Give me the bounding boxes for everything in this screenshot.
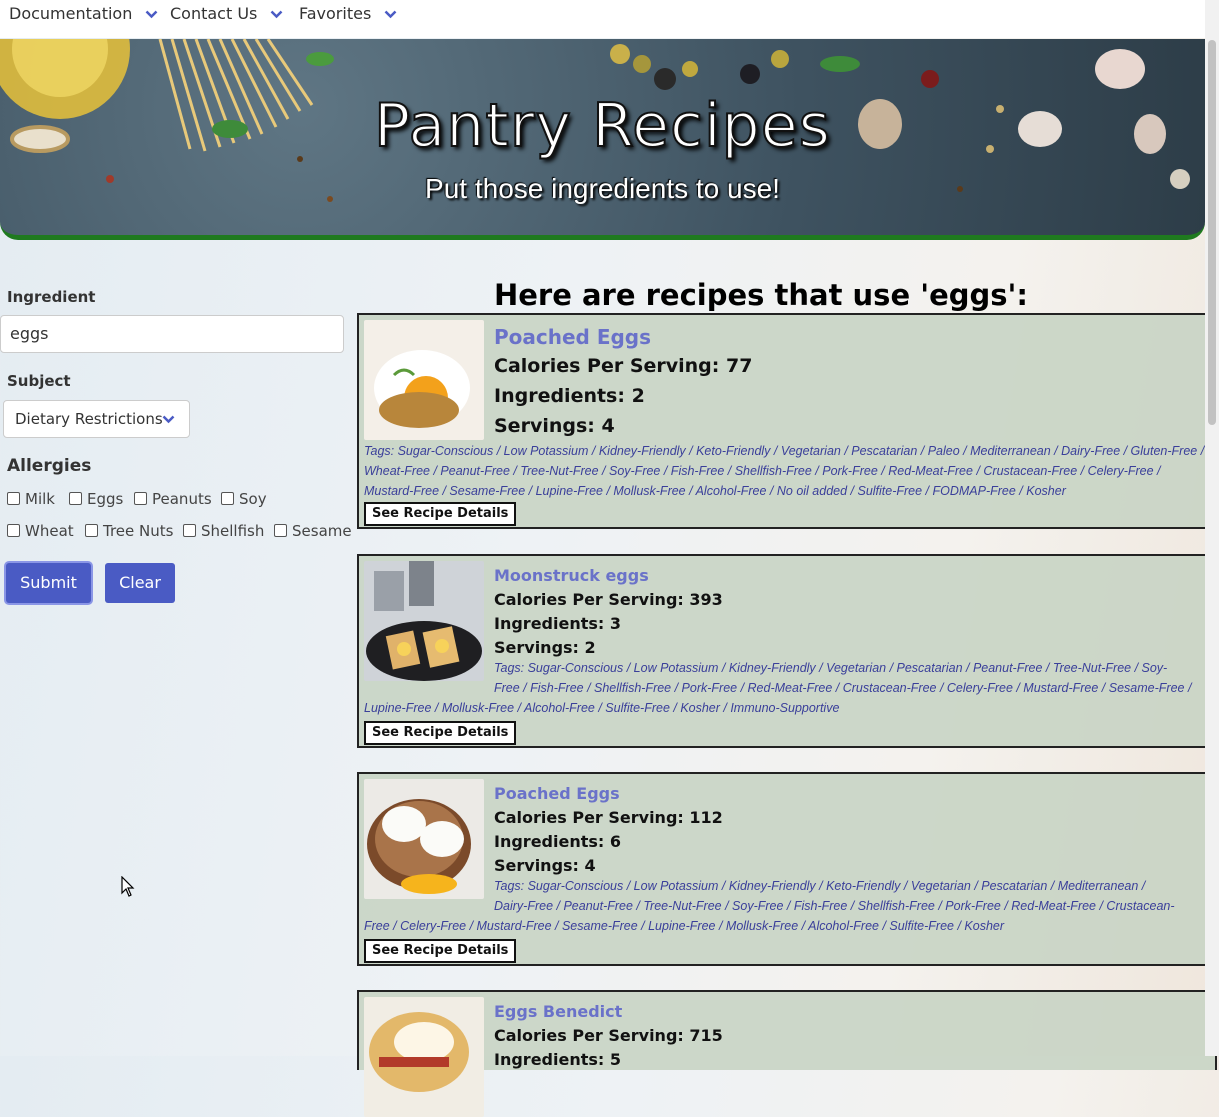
site-title: Pantry Recipes [373,90,831,162]
site-subtitle: Put those ingredients to use! [425,173,780,204]
recipe-card: Poached Eggs Calories Per Serving: 77 In… [357,313,1217,529]
checkbox-box[interactable] [183,524,196,537]
checkbox-box[interactable] [85,524,98,537]
recipe-thumbnail[interactable] [364,779,484,899]
chevron-down-icon [162,415,175,424]
nav-contact-us[interactable]: Contact Us [170,0,283,28]
submit-button[interactable]: Submit [6,563,91,603]
checkbox-box[interactable] [134,492,147,505]
subject-label: Subject [7,372,71,390]
nav-documentation[interactable]: Documentation [9,0,158,28]
recipe-ingredients-count: Ingredients: 5 [494,1050,621,1069]
recipe-servings: Servings: 2 [494,638,596,657]
recipe-tags: Lupine-Free / Mollusk-Free / Alcohol-Fre… [364,701,840,715]
allergy-wheat-checkbox[interactable]: Wheat [7,522,74,540]
recipe-calories: Calories Per Serving: 112 [494,808,723,827]
see-recipe-details-button[interactable]: See Recipe Details [364,721,517,745]
recipe-title-link[interactable]: Moonstruck eggs [494,566,649,585]
recipe-ingredients-count: Ingredients: 3 [494,614,621,633]
recipe-thumbnail[interactable] [364,561,484,681]
subject-select[interactable]: Dietary Restrictions [3,400,190,438]
recipe-tags: Free / Fish-Free / Shellfish-Free / Pork… [494,681,1192,695]
checkbox-box[interactable] [69,492,82,505]
recipe-tags: Tags: Sugar-Conscious / Low Potassium / … [494,879,1146,893]
checkbox-box[interactable] [221,492,234,505]
recipe-tags: Tags: Sugar-Conscious / Low Potassium / … [364,444,1205,498]
recipe-calories: Calories Per Serving: 393 [494,590,723,609]
recipe-calories: Calories Per Serving: 715 [494,1026,723,1045]
recipe-tags: Tags: Sugar-Conscious / Low Potassium / … [494,661,1168,675]
recipe-tags: Free / Celery-Free / Mustard-Free / Sesa… [364,919,1005,933]
recipe-ingredients-count: Ingredients: 6 [494,832,621,851]
ingredient-input[interactable]: eggs [0,315,344,353]
clear-button[interactable]: Clear [105,563,175,603]
results-heading: Here are recipes that use 'eggs': [493,278,1029,312]
see-recipe-details-button[interactable]: See Recipe Details [364,502,517,526]
checkbox-box[interactable] [7,492,20,505]
recipe-calories: Calories Per Serving: 77 [494,355,753,377]
see-recipe-details-button[interactable]: See Recipe Details [364,939,517,963]
checkbox-box[interactable] [7,524,20,537]
nav-favorites[interactable]: Favorites [299,0,397,28]
allergy-eggs-checkbox[interactable]: Eggs [69,490,123,508]
checkbox-box[interactable] [274,524,287,537]
chevron-down-icon [384,10,397,19]
recipe-thumbnail[interactable] [364,320,484,440]
top-nav: Documentation Contact Us Favorites [0,0,1205,38]
chevron-down-icon [271,10,283,19]
mouse-cursor-icon [121,876,135,897]
recipe-title-link[interactable]: Poached Eggs [494,325,651,349]
allergy-peanuts-checkbox[interactable]: Peanuts [134,490,212,508]
subject-select-value: Dietary Restrictions [15,410,163,428]
ingredient-label: Ingredient [7,288,96,306]
recipe-tags: Dairy-Free / Peanut-Free / Tree-Nut-Free… [494,899,1175,913]
allergy-shellfish-checkbox[interactable]: Shellfish [183,522,264,540]
allergy-tree-nuts-checkbox[interactable]: Tree Nuts [85,522,173,540]
recipe-title-link[interactable]: Poached Eggs [494,784,620,803]
recipe-servings: Servings: 4 [494,856,596,875]
chevron-down-icon [146,10,158,19]
scrollbar-thumb[interactable] [1208,40,1216,425]
recipe-card: Moonstruck eggs Calories Per Serving: 39… [357,554,1217,748]
allergy-milk-checkbox[interactable]: Milk [7,490,55,508]
recipe-thumbnail[interactable] [364,997,484,1117]
recipe-title-link[interactable]: Eggs Benedict [494,1002,622,1021]
recipe-card: Eggs Benedict Calories Per Serving: 715 … [357,990,1217,1117]
recipe-card: Poached Eggs Calories Per Serving: 112 I… [357,772,1217,966]
recipe-ingredients-count: Ingredients: 2 [494,385,645,407]
allergies-label: Allergies [7,456,92,476]
hero-banner: Pantry Recipes Put those ingredients to … [0,39,1205,240]
recipe-servings: Servings: 4 [494,415,615,437]
allergy-sesame-checkbox[interactable]: Sesame [274,522,352,540]
page-scrollbar[interactable] [1205,0,1219,1056]
allergy-soy-checkbox[interactable]: Soy [221,490,267,508]
